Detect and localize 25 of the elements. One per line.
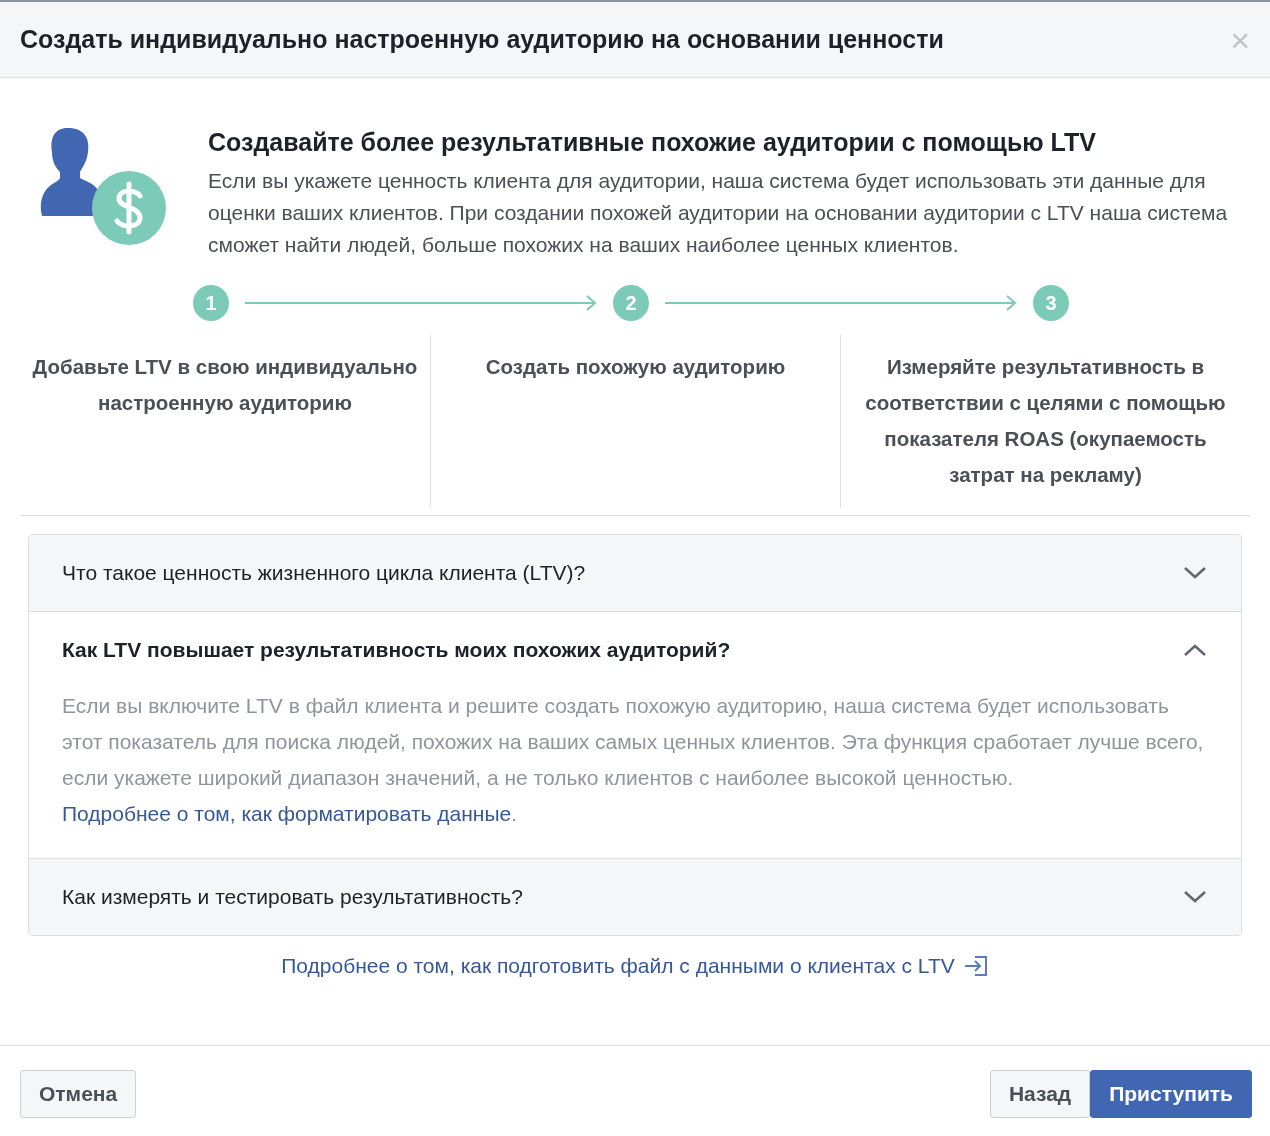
step-number: 1 [193,285,229,321]
chevron-down-icon [1183,566,1207,580]
arrow-icon [245,295,597,311]
arrow-icon [665,295,1017,311]
faq-question[interactable]: Как измерять и тестировать результативность? [29,859,1241,935]
chevron-down-icon [1183,890,1207,904]
faq-question[interactable]: Что такое ценность жизненного цикла клиента (LTV)? [29,535,1241,611]
external-link-icon [962,955,989,977]
step-number: 2 [613,285,649,321]
faq-answer: Если вы включите LTV в файл клиента и решите создать похожую аудиторию, наша система будет использовать этот показатель для поиска людей, похожих на ваших самых ценных клиентов. Эта функция сработает лучше всего, если укажете широкий диапазон значений, а не только клиентов с наиболее высокой ценностью. Подробнее о том, как форматировать данные. [61,693,1205,827]
person-dollar-icon [40,128,168,246]
step-label: Создать похожую аудиторию [430,335,840,507]
dialog-title: Создать индивидуально настроенную аудиторию на основании ценности [20,25,944,54]
intro-text: Если вы укажете ценность клиента для аудитории, наша система будет использовать эти данные для оценки ваших клиентов. При создании похожей аудитории на основании аудитории с LTV наша система сможет найти людей, больше похожих на ваших наиболее ценных клиентов. [208,168,1229,258]
back-button[interactable]: Назад [989,1070,1091,1118]
chevron-up-icon [1183,643,1207,657]
prepare-file-link[interactable]: Подробнее о том, как подготовить файл с данными о клиентах с LTV [281,954,989,978]
cancel-button[interactable]: Отмена [20,1070,137,1118]
intro-heading: Создавайте более результативные похожие аудитории с помощью LTV [208,128,1097,157]
step-number: 3 [1033,285,1069,321]
faq-question[interactable]: Как LTV повышает результативность моих похожих аудиторий? [29,612,1241,688]
start-button[interactable]: Приступить [1090,1070,1252,1118]
step-label: Измеряйте результативность в соответствии с целями с помощью показателя ROAS (окупаемость затрат на рекламу) [840,335,1250,507]
step-label: Добавьте LTV в свою индивидуально настроенную аудиторию [31,354,419,416]
format-data-link[interactable]: Подробнее о том, как форматировать данные [62,802,512,825]
